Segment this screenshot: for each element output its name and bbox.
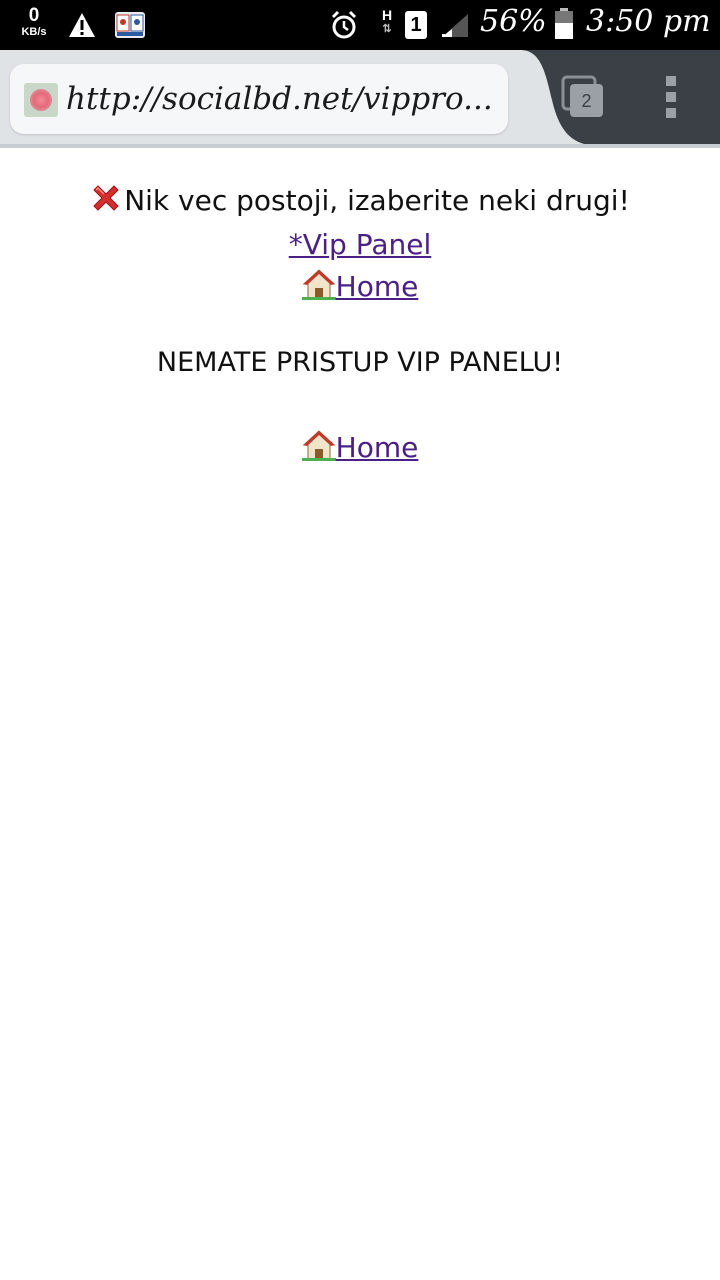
url-bar[interactable]: http://socialbd.net/vippro... — [10, 64, 508, 134]
signal-icon — [442, 14, 468, 37]
vip-panel-link[interactable]: *Vip Panel — [289, 228, 432, 261]
cross-mark-icon — [93, 185, 119, 211]
network-type: H ⇅ — [378, 8, 396, 42]
home-link[interactable]: Home — [336, 270, 419, 303]
browser-toolbar: http://socialbd.net/vippro... 2 — [0, 50, 720, 146]
data-arrows-icon: ⇅ — [382, 23, 392, 35]
battery-percent: 56% — [480, 4, 547, 39]
book-app-icon — [115, 12, 145, 38]
house-icon — [301, 430, 336, 461]
network-speed: 0 KB/s — [14, 6, 54, 38]
house-icon — [301, 269, 336, 300]
warning-icon — [69, 13, 95, 37]
clock: 3:50 pm — [586, 4, 711, 39]
error-message: Nik vec postoji, izaberite neki drugi! — [124, 184, 630, 217]
home-row-2: Home — [0, 427, 720, 469]
overflow-menu-icon[interactable] — [656, 72, 686, 122]
network-type-label: H — [381, 7, 393, 23]
site-favicon — [24, 83, 58, 117]
network-speed-value: 0 — [28, 5, 40, 26]
access-denied-notice: NEMATE PRISTUP VIP PANELU! — [156, 347, 564, 378]
sim-slot-badge: 1 — [405, 11, 427, 39]
network-speed-unit: KB/s — [21, 26, 47, 38]
status-bar: 0 KB/s H ⇅ 1 56% 3:50 pm — [0, 0, 720, 50]
error-message-row: Nik vec postoji, izaberite neki drugi! — [0, 178, 720, 224]
battery-icon — [555, 8, 573, 39]
home-row-1: Home — [0, 266, 720, 308]
home-link[interactable]: Home — [336, 431, 419, 464]
tab-count: 2 — [581, 91, 591, 111]
url-text[interactable]: http://socialbd.net/vippro... — [66, 76, 496, 122]
vip-panel-row: *Vip Panel — [0, 224, 720, 266]
tab-switcher-button[interactable]: 2 — [560, 74, 606, 120]
alarm-icon — [331, 10, 357, 39]
toolbar-divider — [0, 144, 720, 148]
